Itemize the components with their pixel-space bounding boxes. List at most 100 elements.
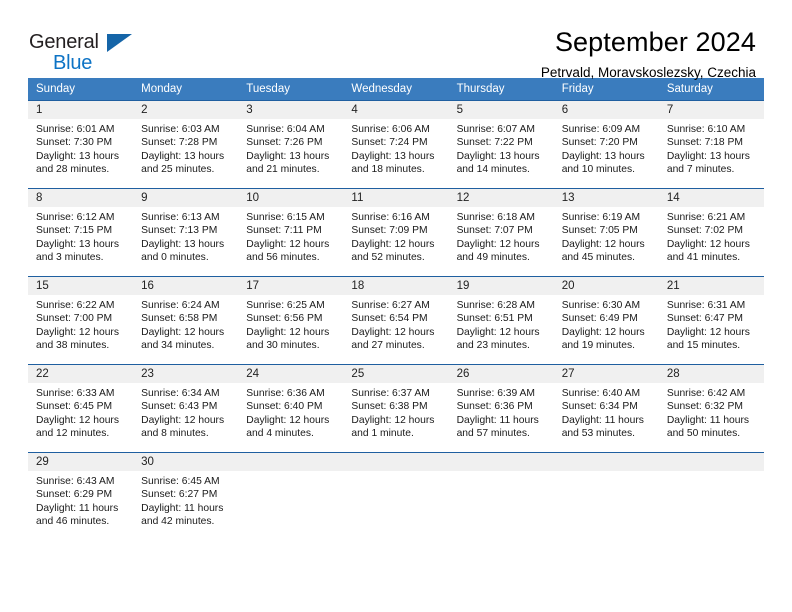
- day-number: 2: [133, 101, 239, 119]
- daylight-text-line1: Daylight: 12 hours: [561, 326, 645, 338]
- calendar-day-cell[interactable]: 17 Sunrise: 6:25 AM Sunset: 6:56 PM Dayligh…: [238, 276, 344, 365]
- weekday-header-thursday: Thursday: [448, 78, 554, 101]
- daylight-text-line2: and 12 minutes.: [36, 428, 110, 440]
- day-cell-inner: 16 Sunrise: 6:24 AM Sunset: 6:58 PM Dayligh…: [133, 277, 239, 364]
- day-number: 13: [553, 189, 659, 207]
- day-details: Sunrise: 6:24 AM Sunset: 6:58 PM Daylight:…: [133, 295, 238, 353]
- day-cell-inner: 15 Sunrise: 6:22 AM Sunset: 7:00 PM Dayligh…: [28, 277, 134, 364]
- calendar-day-cell[interactable]: 22 Sunrise: 6:33 AM Sunset: 6:45 PM Dayligh…: [28, 364, 134, 453]
- day-number: 27: [553, 365, 659, 383]
- calendar-day-cell[interactable]: 12 Sunrise: 6:18 AM Sunset: 7:07 PM Dayligh…: [448, 188, 554, 277]
- calendar-day-cell[interactable]: 24 Sunrise: 6:36 AM Sunset: 6:40 PM Dayligh…: [238, 364, 344, 453]
- day-cell-inner: 19 Sunrise: 6:28 AM Sunset: 6:51 PM Dayligh…: [448, 277, 554, 364]
- calendar-day-cell[interactable]: 26 Sunrise: 6:39 AM Sunset: 6:36 PM Dayligh…: [448, 364, 554, 453]
- day-number: 17: [238, 277, 344, 295]
- calendar-day-cell[interactable]: 3 Sunrise: 6:04 AM Sunset: 7:26 PM Daylight…: [238, 100, 344, 189]
- sunset-text: Sunset: 6:32 PM: [666, 401, 743, 413]
- day-cell-inner: 10 Sunrise: 6:15 AM Sunset: 7:11 PM Dayligh…: [238, 189, 344, 276]
- calendar-day-cell[interactable]: 25 Sunrise: 6:37 AM Sunset: 6:38 PM Dayligh…: [343, 364, 449, 453]
- sunrise-text: Sunrise: 6:04 AM: [246, 124, 325, 135]
- calendar-week-row: 1 Sunrise: 6:01 AM Sunset: 7:30 PM Daylight…: [28, 100, 764, 189]
- calendar-body: 1 Sunrise: 6:01 AM Sunset: 7:30 PM Daylight…: [28, 100, 764, 539]
- calendar-day-cell[interactable]: 15 Sunrise: 6:22 AM Sunset: 7:00 PM Dayligh…: [28, 276, 134, 365]
- day-details: Sunrise: 6:03 AM Sunset: 7:28 PM Daylight:…: [133, 119, 238, 177]
- daylight-text-line2: and 23 minutes.: [456, 340, 530, 352]
- day-number: 4: [343, 101, 449, 119]
- weekday-header-wednesday: Wednesday: [343, 78, 449, 101]
- calendar-day-cell[interactable]: 27 Sunrise: 6:40 AM Sunset: 6:34 PM Dayligh…: [553, 364, 659, 453]
- sunset-text: Sunset: 6:43 PM: [141, 401, 218, 413]
- calendar-day-cell[interactable]: 11 Sunrise: 6:16 AM Sunset: 7:09 PM Dayligh…: [343, 188, 449, 277]
- daylight-text-line1: Daylight: 13 hours: [456, 150, 540, 162]
- daylight-text-line1: Daylight: 12 hours: [351, 238, 435, 250]
- sunrise-text: Sunrise: 6:15 AM: [246, 212, 325, 223]
- calendar-day-cell[interactable]: 10 Sunrise: 6:15 AM Sunset: 7:11 PM Dayligh…: [238, 188, 344, 277]
- day-number: 24: [238, 365, 344, 383]
- day-details: Sunrise: 6:39 AM Sunset: 6:36 PM Daylight:…: [449, 383, 554, 441]
- calendar-day-cell[interactable]: 5 Sunrise: 6:07 AM Sunset: 7:22 PM Daylight…: [448, 100, 554, 189]
- calendar-day-cell[interactable]: 13 Sunrise: 6:19 AM Sunset: 7:05 PM Dayligh…: [553, 188, 659, 277]
- calendar-day-cell[interactable]: 30 Sunrise: 6:45 AM Sunset: 6:27 PM Dayligh…: [133, 452, 239, 539]
- day-number: 7: [658, 101, 764, 119]
- daylight-text-line1: Daylight: 12 hours: [666, 238, 750, 250]
- sunset-text: Sunset: 7:28 PM: [141, 137, 218, 149]
- calendar-day-cell[interactable]: 29 Sunrise: 6:43 AM Sunset: 6:29 PM Dayligh…: [28, 452, 134, 539]
- calendar-day-cell[interactable]: 2 Sunrise: 6:03 AM Sunset: 7:28 PM Daylight…: [133, 100, 239, 189]
- calendar-table: Sunday Monday Tuesday Wednesday Thursday Frid…: [28, 78, 764, 539]
- day-cell-inner: 12 Sunrise: 6:18 AM Sunset: 7:07 PM Dayligh…: [448, 189, 554, 276]
- calendar-day-cell[interactable]: 1 Sunrise: 6:01 AM Sunset: 7:30 PM Daylight…: [28, 100, 134, 189]
- sunrise-text: Sunrise: 6:37 AM: [351, 388, 430, 399]
- day-number: 11: [343, 189, 449, 207]
- calendar-day-cell[interactable]: 14 Sunrise: 6:21 AM Sunset: 7:02 PM Dayligh…: [658, 188, 764, 277]
- sunset-text: Sunset: 6:56 PM: [246, 313, 323, 325]
- day-cell-inner: 1 Sunrise: 6:01 AM Sunset: 7:30 PM Daylight…: [28, 101, 134, 188]
- sunset-text: Sunset: 6:45 PM: [36, 401, 113, 413]
- daylight-text-line1: Daylight: 11 hours: [36, 502, 119, 514]
- calendar-day-cell[interactable]: 16 Sunrise: 6:24 AM Sunset: 6:58 PM Dayligh…: [133, 276, 239, 365]
- day-details: Sunrise: 6:37 AM Sunset: 6:38 PM Daylight:…: [343, 383, 448, 441]
- calendar-day-cell[interactable]: 4 Sunrise: 6:06 AM Sunset: 7:24 PM Daylight…: [343, 100, 449, 189]
- sunrise-text: Sunrise: 6:03 AM: [141, 124, 220, 135]
- calendar-day-cell[interactable]: 6 Sunrise: 6:09 AM Sunset: 7:20 PM Daylight…: [553, 100, 659, 189]
- sunrise-text: Sunrise: 6:40 AM: [561, 388, 641, 399]
- calendar-day-cell[interactable]: 20 Sunrise: 6:30 AM Sunset: 6:49 PM Dayligh…: [553, 276, 659, 365]
- sunrise-text: Sunrise: 6:09 AM: [561, 124, 641, 135]
- daylight-text-line2: and 10 minutes.: [561, 164, 635, 176]
- day-cell-inner: 26 Sunrise: 6:39 AM Sunset: 6:36 PM Dayligh…: [448, 365, 554, 452]
- day-cell-inner: 27 Sunrise: 6:40 AM Sunset: 6:34 PM Dayligh…: [553, 365, 659, 452]
- sunset-text: Sunset: 7:13 PM: [141, 225, 218, 237]
- daylight-text-line1: Daylight: 11 hours: [666, 414, 750, 426]
- calendar-day-cell[interactable]: 21 Sunrise: 6:31 AM Sunset: 6:47 PM Dayligh…: [658, 276, 764, 365]
- day-details: Sunrise: 6:45 AM Sunset: 6:27 PM Daylight:…: [133, 471, 238, 529]
- daylight-text-line2: and 34 minutes.: [141, 340, 215, 352]
- sunrise-text: Sunrise: 6:33 AM: [36, 388, 115, 399]
- general-blue-logo[interactable]: General Blue: [29, 26, 141, 74]
- day-details: [659, 471, 764, 475]
- daylight-text-line2: and 28 minutes.: [36, 164, 110, 176]
- sunset-text: Sunset: 6:54 PM: [351, 313, 428, 325]
- sunset-text: Sunset: 7:20 PM: [561, 137, 638, 149]
- calendar-day-cell[interactable]: 28 Sunrise: 6:42 AM Sunset: 6:32 PM Dayligh…: [658, 364, 764, 453]
- calendar-day-cell-empty: [343, 452, 449, 539]
- daylight-text-line1: Daylight: 12 hours: [36, 326, 119, 338]
- day-cell-inner: 14 Sunrise: 6:21 AM Sunset: 7:02 PM Dayligh…: [658, 189, 764, 276]
- calendar-day-cell[interactable]: 8 Sunrise: 6:12 AM Sunset: 7:15 PM Daylight…: [28, 188, 134, 277]
- sunset-text: Sunset: 7:15 PM: [36, 225, 113, 237]
- day-number: 19: [448, 277, 554, 295]
- sunset-text: Sunset: 7:07 PM: [456, 225, 533, 237]
- weekday-header-monday: Monday: [133, 78, 239, 101]
- calendar-day-cell[interactable]: 9 Sunrise: 6:13 AM Sunset: 7:13 PM Daylight…: [133, 188, 239, 277]
- calendar-day-cell[interactable]: 23 Sunrise: 6:34 AM Sunset: 6:43 PM Dayligh…: [133, 364, 239, 453]
- title-block: September 2024 Petrvald, Moravskoslezsky…: [541, 26, 756, 83]
- calendar-day-cell[interactable]: 18 Sunrise: 6:27 AM Sunset: 6:54 PM Dayligh…: [343, 276, 449, 365]
- sunset-text: Sunset: 7:00 PM: [36, 313, 113, 325]
- day-cell-inner: 29 Sunrise: 6:43 AM Sunset: 6:29 PM Dayligh…: [28, 453, 134, 539]
- calendar-day-cell[interactable]: 7 Sunrise: 6:10 AM Sunset: 7:18 PM Daylight…: [658, 100, 764, 189]
- day-cell-inner: [658, 453, 764, 539]
- day-cell-inner: 28 Sunrise: 6:42 AM Sunset: 6:32 PM Dayligh…: [658, 365, 764, 452]
- day-cell-inner: 9 Sunrise: 6:13 AM Sunset: 7:13 PM Daylight…: [133, 189, 239, 276]
- daylight-text-line2: and 19 minutes.: [561, 340, 635, 352]
- daylight-text-line1: Daylight: 13 hours: [36, 150, 119, 162]
- day-number: 30: [133, 453, 239, 471]
- calendar-day-cell[interactable]: 19 Sunrise: 6:28 AM Sunset: 6:51 PM Dayligh…: [448, 276, 554, 365]
